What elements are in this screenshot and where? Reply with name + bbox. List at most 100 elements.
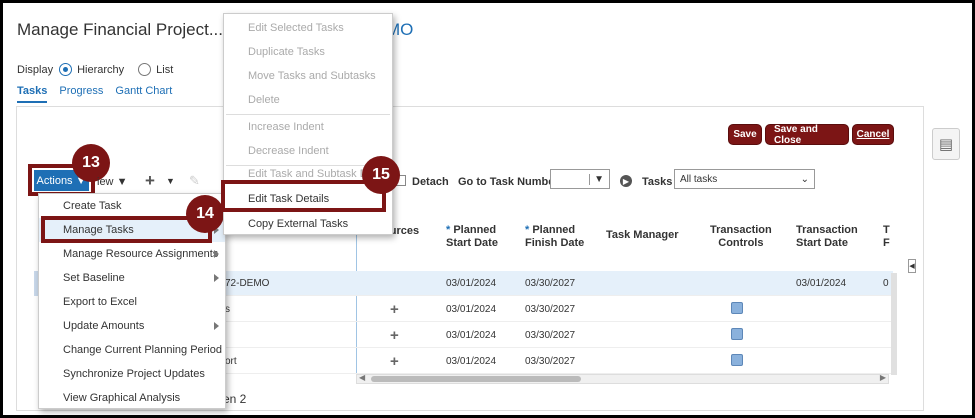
cancel-button[interactable]: Cancel	[852, 124, 894, 145]
task-name: 72-DEMO	[225, 278, 270, 289]
table-row[interactable]: + 03/01/2024 03/30/2027	[203, 323, 893, 348]
menu-duplicate-tasks: Duplicate Tasks	[224, 40, 392, 64]
scroll-right-icon[interactable]: ▶	[880, 373, 886, 382]
menu-label: Copy External Tasks	[248, 218, 349, 230]
menu-label: Move Tasks and Subtasks	[248, 70, 376, 82]
view-label: iew	[97, 176, 114, 188]
col-transaction-controls: Transaction Controls	[710, 224, 772, 249]
col-planned-finish-label: Planned Finish Date	[525, 224, 585, 249]
menu-label: Update Amounts	[63, 320, 145, 332]
scroll-left-icon[interactable]: ◀	[359, 373, 365, 382]
chevron-right-icon	[214, 322, 219, 330]
goto-task-label: Go to Task Number	[458, 176, 559, 188]
menu-label: Edit Selected Tasks	[248, 22, 344, 34]
table-row[interactable]: s + 03/01/2024 03/30/2027	[203, 297, 893, 322]
col-planned-start-label: Planned Start Date	[446, 224, 498, 249]
planned-finish: 03/30/2027	[525, 330, 576, 341]
list-icon[interactable]: ▤	[932, 128, 960, 160]
menu-move-tasks: Move Tasks and Subtasks	[224, 64, 392, 88]
hierarchy-radio[interactable]	[59, 63, 73, 76]
save-and-close-button[interactable]: Save and Close	[765, 124, 849, 146]
save-button[interactable]: Save	[728, 124, 762, 145]
menu-view-graphical-analysis[interactable]: View Graphical Analysis	[39, 386, 225, 410]
pagination-text: en 2	[223, 392, 247, 406]
menu-label: Set Baseline	[63, 272, 125, 284]
menu-label: Change Current Planning Period	[63, 344, 222, 356]
plus-icon[interactable]: +	[390, 327, 399, 344]
menu-label: Create Task	[63, 200, 122, 212]
tasks-filter-label: Tasks	[642, 176, 673, 188]
collapse-pane-icon[interactable]: ◀	[908, 259, 916, 273]
chevron-down-icon: ▼	[589, 173, 604, 185]
planned-start: 03/01/2024	[446, 356, 497, 367]
menu-label: Export to Excel	[63, 296, 137, 308]
hierarchy-label: Hierarchy	[77, 63, 125, 76]
chevron-right-icon	[214, 250, 219, 258]
tasks-filter-select[interactable]: All tasks ⌄	[674, 169, 815, 189]
list-radio[interactable]	[138, 63, 152, 76]
menu-copy-external-tasks[interactable]: Copy External Tasks	[224, 212, 392, 236]
chevron-down-icon: ⌄	[800, 173, 809, 185]
menu-edit-selected-tasks: Edit Selected Tasks	[224, 16, 392, 40]
menu-label: Decrease Indent	[248, 145, 329, 157]
col-task-manager: Task Manager	[606, 229, 679, 241]
callout-14: 14	[186, 195, 224, 233]
task-number-select[interactable]: ▼	[550, 169, 610, 189]
menu-set-baseline[interactable]: Set Baseline	[39, 266, 225, 290]
vertical-scrollbar[interactable]	[891, 273, 897, 375]
transaction-controls-icon[interactable]	[731, 302, 743, 314]
table-row[interactable]: ort + 03/01/2024 03/30/2027	[203, 349, 893, 374]
planned-finish: 03/30/2027	[525, 278, 576, 289]
tab-gantt-chart[interactable]: Gantt Chart	[115, 85, 172, 103]
horizontal-scrollbar[interactable]: ◀ ▶	[356, 373, 889, 384]
table-row[interactable]: 72-DEMO 03/01/2024 03/30/2027 03/01/2024…	[203, 271, 893, 296]
plus-icon[interactable]: +	[145, 171, 155, 191]
callout-15: 15	[362, 156, 400, 194]
page-tabs: Tasks Progress Gantt Chart	[17, 85, 172, 103]
col-planned-start: * Planned Start Date	[446, 224, 498, 249]
menu-label: View Graphical Analysis	[63, 392, 181, 404]
arrow-right-icon[interactable]: ▶	[620, 175, 632, 187]
display-toggle: Display Hierarchy List	[17, 63, 173, 76]
plus-icon[interactable]: +	[390, 353, 399, 370]
list-label: List	[156, 63, 174, 76]
chevron-right-icon	[214, 274, 219, 282]
app-frame: Manage Financial Project... MO Display H…	[3, 3, 972, 415]
menu-change-planning-period[interactable]: Change Current Planning Period	[39, 338, 225, 362]
highlight-edit-task-details	[221, 180, 386, 212]
col-planned-finish: * Planned Finish Date	[525, 224, 585, 249]
planned-start: 03/01/2024	[446, 330, 497, 341]
col-overflow: T F	[883, 224, 890, 249]
view-menu[interactable]: iew ▼	[97, 176, 127, 188]
add-dropdown-icon[interactable]: ▼	[166, 176, 175, 186]
tab-progress[interactable]: Progress	[59, 85, 103, 103]
menu-label: Increase Indent	[248, 121, 324, 133]
menu-label: Duplicate Tasks	[248, 46, 325, 58]
page-title: Manage Financial Project...	[17, 20, 223, 39]
menu-label: Delete	[248, 94, 280, 106]
transaction-start: 03/01/2024	[796, 278, 847, 289]
planned-finish: 03/30/2027	[525, 304, 576, 315]
plus-icon[interactable]: +	[390, 301, 399, 318]
scroll-thumb[interactable]	[371, 376, 581, 382]
menu-export-to-excel[interactable]: Export to Excel	[39, 290, 225, 314]
menu-increase-indent: Increase Indent	[224, 115, 392, 139]
col-transaction-start: Transaction Start Date	[796, 224, 858, 249]
planned-finish: 03/30/2027	[525, 356, 576, 367]
transaction-controls-icon[interactable]	[731, 328, 743, 340]
detach-button[interactable]: Detach	[412, 176, 449, 188]
menu-label: Synchronize Project Updates	[63, 368, 205, 380]
tab-tasks[interactable]: Tasks	[17, 85, 48, 103]
menu-label: Manage Resource Assignments	[63, 248, 219, 260]
planned-start: 03/01/2024	[446, 304, 497, 315]
transaction-controls-icon[interactable]	[731, 354, 743, 366]
overflow-value: 0	[883, 278, 889, 289]
tasks-filter-value: All tasks	[680, 173, 718, 185]
menu-manage-resource-assignments[interactable]: Manage Resource Assignments	[39, 242, 225, 266]
menu-synchronize-updates[interactable]: Synchronize Project Updates	[39, 362, 225, 386]
display-label: Display	[17, 63, 54, 76]
menu-delete: Delete	[224, 88, 392, 112]
menu-label: Edit Task and Subtask D...	[248, 168, 377, 180]
menu-update-amounts[interactable]: Update Amounts	[39, 314, 225, 338]
task-name: ort	[225, 356, 237, 367]
